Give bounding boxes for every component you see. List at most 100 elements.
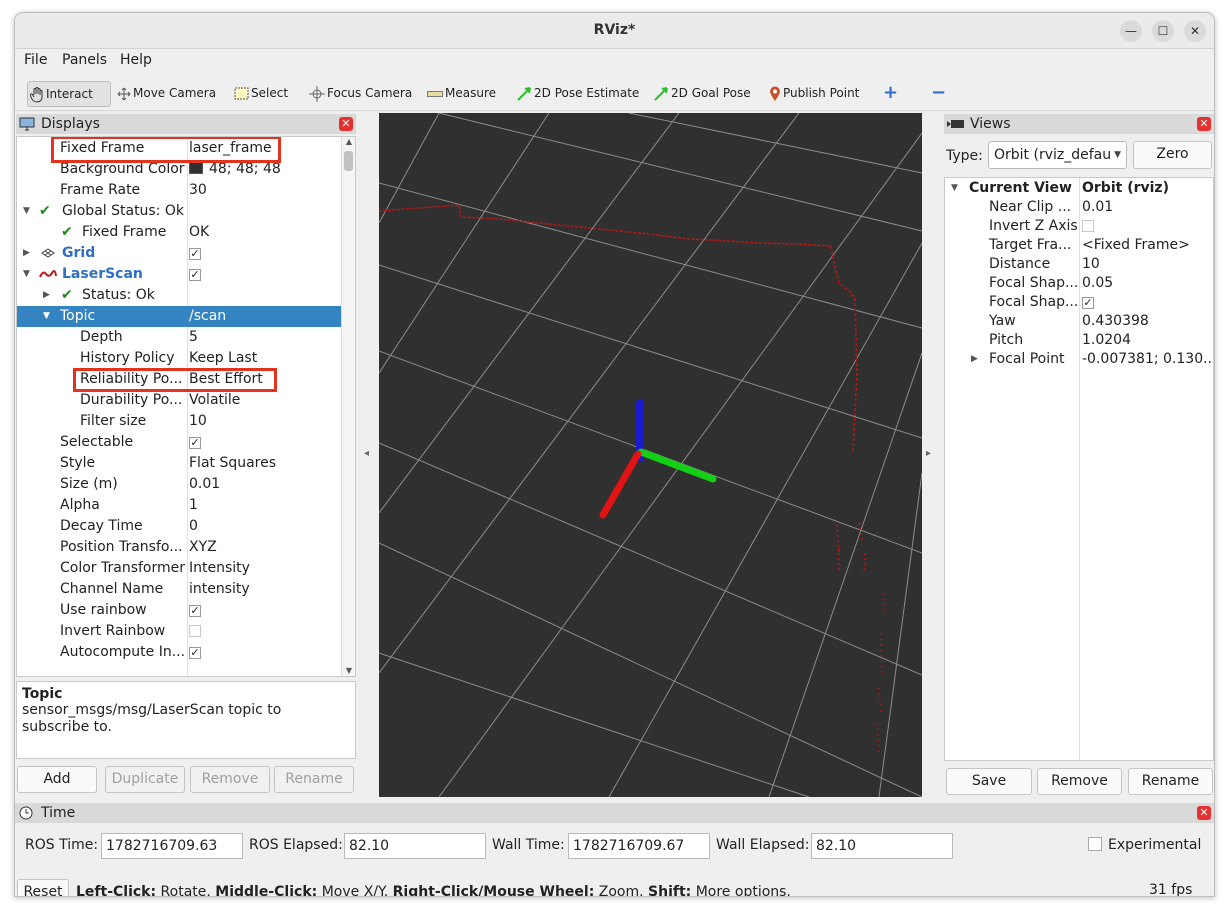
remove-tool-button[interactable]: − [931,81,946,107]
expand-arrow-icon[interactable]: ▶ [23,243,30,264]
property-use-rainbow[interactable]: Use rainbow ✓ [17,600,342,621]
wall-time-field[interactable]: 1782716709.67 [568,833,710,859]
tool-publish-point[interactable]: Publish Point [769,81,859,107]
property-decay-time[interactable]: Decay Time 0 [17,516,342,537]
autocompute-checkbox[interactable]: ✓ [189,642,339,663]
view-prop-focal-point[interactable]: ▶ Focal Point -0.007381; 0.130... [945,350,1213,369]
rename-view-button[interactable]: Rename [1128,768,1213,795]
display-global-status[interactable]: ▼ ✔ Global Status: Ok [17,201,342,222]
rename-display-button[interactable]: Rename [274,766,354,793]
view-prop-value[interactable]: 0.05 [1082,274,1212,293]
remove-view-button[interactable]: Remove [1037,768,1122,795]
view-prop-target-frame[interactable]: Target Fra... <Fixed Frame> [945,236,1213,255]
view-prop-value[interactable]: 10 [1082,255,1212,274]
close-views-button[interactable]: ✕ [1197,117,1211,131]
view-prop-value[interactable]: -0.007381; 0.130... [1082,350,1212,369]
tool-measure[interactable]: Measure [427,81,496,107]
invert-z-checkbox[interactable] [1082,217,1212,238]
property-depth[interactable]: Depth 5 [17,327,342,348]
experimental-checkbox[interactable] [1088,837,1102,851]
display-grid[interactable]: ▶ Grid ✓ [17,243,342,264]
expand-arrow-icon[interactable]: ▼ [951,179,958,198]
menu-file[interactable]: File [24,52,47,68]
property-position-transformer[interactable]: Position Transfo... XYZ [17,537,342,558]
property-value[interactable]: intensity [189,579,339,600]
laserscan-enabled-checkbox[interactable]: ✓ [189,264,339,285]
tool-select[interactable]: Select [234,81,288,107]
checkbox[interactable]: ✓ [189,437,201,449]
property-invert-rainbow[interactable]: Invert Rainbow [17,621,342,642]
laserscan-status[interactable]: ▶ ✔ Status: Ok [17,285,342,306]
view-prop-yaw[interactable]: Yaw 0.430398 [945,312,1213,331]
property-style[interactable]: Style Flat Squares [17,453,342,474]
property-value[interactable]: 5 [189,327,339,348]
scroll-up-icon[interactable]: ▲ [343,137,355,149]
property-value[interactable]: Flat Squares [189,453,339,474]
expand-arrow-icon[interactable]: ▼ [43,306,50,327]
checkbox[interactable] [189,625,201,637]
view-prop-near-clip[interactable]: Near Clip ... 0.01 [945,198,1213,217]
property-value[interactable]: 10 [189,411,339,432]
view-type-select[interactable]: Orbit (rviz_defau ▼ [988,141,1127,169]
collapse-right-icon[interactable]: ▸ [926,448,931,459]
render-viewport[interactable] [379,113,922,797]
focal-shape-fixed-checkbox[interactable]: ✓ [1082,293,1212,312]
checkbox[interactable]: ✓ [189,605,201,617]
property-topic[interactable]: ▼ Topic /scan [17,306,342,327]
expand-arrow-icon[interactable]: ▼ [23,201,30,222]
duplicate-display-button[interactable]: Duplicate [105,766,185,793]
close-button[interactable]: ✕ [1184,20,1206,42]
selectable-checkbox[interactable]: ✓ [189,432,339,453]
add-tool-button[interactable]: + [883,81,898,107]
property-selectable[interactable]: Selectable ✓ [17,432,342,453]
menu-panels[interactable]: Panels [62,52,107,68]
property-filter-size[interactable]: Filter size 10 [17,411,342,432]
property-value[interactable]: XYZ [189,537,339,558]
expand-arrow-icon[interactable]: ▶ [43,285,50,306]
ros-elapsed-field[interactable]: 82.10 [344,833,486,859]
invert-rainbow-checkbox[interactable] [189,621,339,642]
checkbox[interactable]: ✓ [1082,297,1094,309]
wall-elapsed-field[interactable]: 82.10 [811,833,953,859]
scroll-thumb[interactable] [344,151,353,171]
save-view-button[interactable]: Save [946,768,1032,795]
view-prop-pitch[interactable]: Pitch 1.0204 [945,331,1213,350]
collapse-left-icon[interactable]: ◂ [364,448,369,459]
current-view-row[interactable]: ▼ Current View Orbit (rviz) [945,179,1213,198]
remove-display-button[interactable]: Remove [190,766,270,793]
property-size[interactable]: Size (m) 0.01 [17,474,342,495]
expand-arrow-icon[interactable]: ▶ [971,350,978,369]
checkbox[interactable]: ✓ [189,248,201,260]
checkbox[interactable]: ✓ [189,269,201,281]
property-autocompute-intensity[interactable]: Autocompute In... ✓ [17,642,342,663]
view-prop-distance[interactable]: Distance 10 [945,255,1213,274]
close-time-button[interactable]: ✕ [1197,806,1211,820]
view-prop-value[interactable]: 1.0204 [1082,331,1212,350]
zero-view-button[interactable]: Zero [1133,141,1212,169]
menu-help[interactable]: Help [120,52,152,68]
reset-button[interactable]: Reset [17,879,69,896]
grid-enabled-checkbox[interactable]: ✓ [189,243,339,264]
close-displays-button[interactable]: ✕ [339,117,353,131]
property-value[interactable]: 30 [189,180,339,201]
view-prop-value[interactable]: 0.01 [1082,198,1212,217]
property-durability-policy[interactable]: Durability Po... Volatile [17,390,342,411]
checkbox[interactable]: ✓ [189,647,201,659]
property-frame-rate[interactable]: Frame Rate 30 [17,180,342,201]
property-value[interactable]: Keep Last [189,348,339,369]
property-history-policy[interactable]: History Policy Keep Last [17,348,342,369]
displays-scrollbar[interactable]: ▲ ▼ [341,137,355,676]
property-color-transformer[interactable]: Color Transformer Intensity [17,558,342,579]
use-rainbow-checkbox[interactable]: ✓ [189,600,339,621]
maximize-button[interactable]: ☐ [1152,20,1174,42]
property-value[interactable]: /scan [189,306,339,327]
property-alpha[interactable]: Alpha 1 [17,495,342,516]
tool-interact[interactable]: Interact [27,81,111,107]
displays-tree[interactable]: Fixed Frame laser_frame Background Color… [16,136,356,677]
expand-arrow-icon[interactable]: ▼ [23,264,30,285]
property-value[interactable]: Intensity [189,558,339,579]
status-fixed-frame[interactable]: ✔ Fixed Frame OK [17,222,342,243]
tool-move-camera[interactable]: Move Camera [117,81,216,107]
add-display-button[interactable]: Add [17,766,97,793]
display-laserscan[interactable]: ▼ LaserScan ✓ [17,264,342,285]
